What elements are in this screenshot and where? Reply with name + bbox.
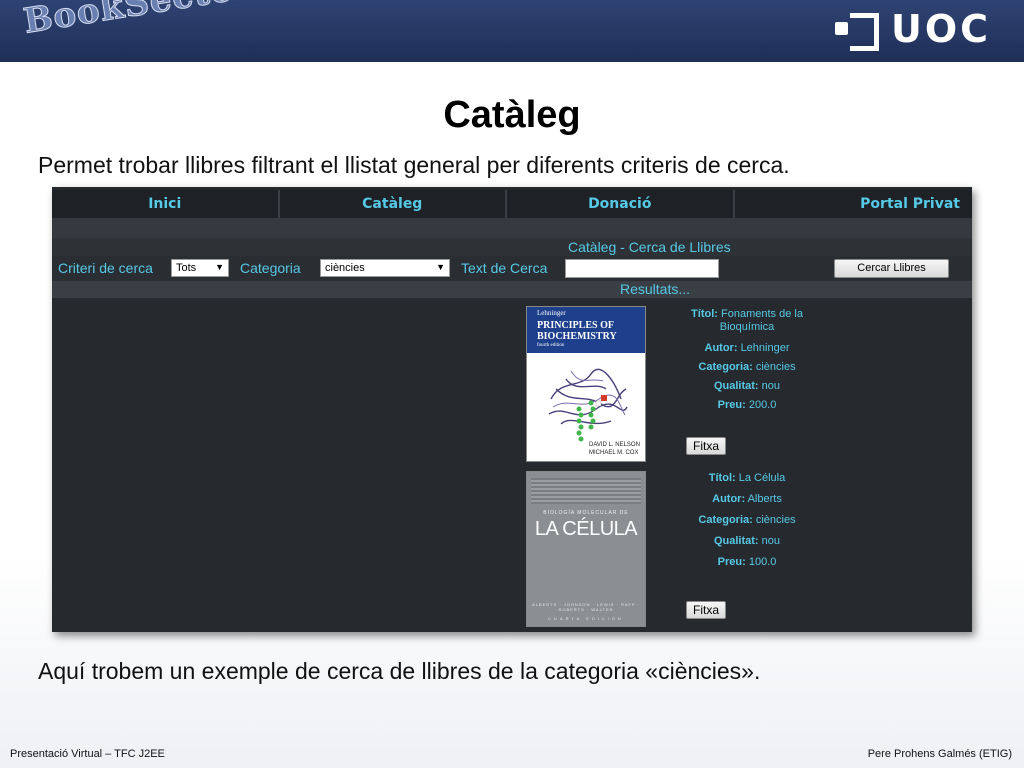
nav-item-portal-privat[interactable]: Portal Privat <box>735 190 973 218</box>
cover-authors: ALBERTS · JOHNSON · LEWIS · RAFF · ROBER… <box>532 602 640 612</box>
criteri-label: Criteri de cerca <box>58 260 153 276</box>
book-title-row: Títol: La Célula <box>672 472 822 485</box>
catalog-header-text: Catàleg - Cerca de Llibres <box>568 239 731 255</box>
text-cerca-label: Text de Cerca <box>461 260 548 276</box>
booksector-logo: BookSector <box>20 0 256 42</box>
book-cover-la-celula[interactable]: BIOLOGÍA MOLECULAR DE LA CÉLULA ALBERTS … <box>526 471 646 627</box>
results-area <box>52 298 972 632</box>
slide-subtitle: Permet trobar llibres filtrant el llista… <box>38 152 790 178</box>
fitxa-button[interactable]: Fitxa <box>686 601 726 619</box>
book-category-value: ciències <box>755 361 796 373</box>
footer-right: Pere Prohens Galmés (ETIG) <box>867 748 1012 760</box>
cover-author-1: DAVID L. NELSON <box>589 442 640 448</box>
app-spacer-bar <box>52 218 972 238</box>
book-quality-row: Qualitat: nou <box>672 380 822 393</box>
slide-note: Aquí trobem un exemple de cerca de llibr… <box>38 658 761 684</box>
nav-item-cataleg[interactable]: Catàleg <box>280 190 507 218</box>
book-title-key: Títol: <box>708 472 736 484</box>
categoria-select[interactable]: ciències ▼ <box>320 259 450 277</box>
categoria-label: Categoria <box>240 260 301 276</box>
book-author-value: Lehninger <box>740 342 790 354</box>
cover-title-band: Lehninger PRINCIPLES OF BIOCHEMISTRY fou… <box>527 307 645 353</box>
cover-stripes <box>531 478 641 504</box>
book-author-key: Autor: <box>704 342 738 354</box>
uoc-logo-text: UOC <box>891 7 992 51</box>
book-quality-key: Qualitat: <box>713 380 759 392</box>
cover-publisher: Lehninger <box>537 309 566 317</box>
search-text-input[interactable] <box>565 259 719 278</box>
search-button[interactable]: Cercar Llibres <box>834 259 949 278</box>
slide-title: Catàleg <box>443 94 581 136</box>
criteri-select-value: Tots <box>176 262 197 274</box>
cover-authors: DAVID L. NELSON MICHAEL M. COX <box>589 441 640 457</box>
book-title-row: Títol: Fonaments de la Bioquímica <box>672 308 822 334</box>
book-author-value: Alberts <box>747 493 782 505</box>
cover-small-text: BIOLOGÍA MOLECULAR DE <box>543 510 629 516</box>
nav-item-donacio[interactable]: Donació <box>507 190 735 218</box>
fitxa-button[interactable]: Fitxa <box>686 437 726 455</box>
book-category-row: Categoria: ciències <box>672 361 822 374</box>
book-title-key: Títol: <box>691 308 718 320</box>
book-price-value: 200.0 <box>748 399 777 411</box>
results-bar: Resultats... <box>52 281 972 298</box>
book-info-2: Títol: La Célula Autor: Alberts Categori… <box>672 472 822 569</box>
book-price-key: Preu: <box>717 399 746 411</box>
cover-big-text: LA CÉLULA <box>534 518 638 540</box>
book-author-row: Autor: Alberts <box>672 493 822 506</box>
book-category-row: Categoria: ciències <box>672 514 822 527</box>
cover-title-line2: BIOCHEMISTRY <box>537 331 617 342</box>
book-price-value: 100.0 <box>748 556 777 568</box>
results-label: Resultats... <box>620 281 691 297</box>
book-title-value: Fonaments de la Bioquímica <box>719 308 803 333</box>
book-category-key: Categoria: <box>698 361 753 373</box>
book-author-key: Autor: <box>712 493 746 505</box>
app-screenshot: Inici Catàleg Donació Portal Privat Catà… <box>52 187 972 632</box>
nav-item-inici[interactable]: Inici <box>52 190 280 218</box>
footer-left: Presentació Virtual – TFC J2EE <box>10 748 165 760</box>
protein-structure-image <box>548 368 628 442</box>
cover-edition: fourth edition <box>537 343 565 348</box>
book-author-row: Autor: Lehninger <box>672 342 822 355</box>
book-quality-value: nou <box>761 535 781 547</box>
book-info-1: Títol: Fonaments de la Bioquímica Autor:… <box>672 308 822 412</box>
categoria-select-value: ciències <box>325 262 365 274</box>
book-category-key: Categoria: <box>698 514 753 526</box>
app-nav-bar: Inici Catàleg Donació Portal Privat <box>52 190 972 218</box>
book-quality-row: Qualitat: nou <box>672 535 822 548</box>
cover-title: PRINCIPLES OF BIOCHEMISTRY <box>537 320 617 342</box>
chevron-down-icon: ▼ <box>436 262 445 272</box>
book-category-value: ciències <box>755 514 796 526</box>
book-quality-key: Qualitat: <box>713 535 759 547</box>
uoc-logo-icon <box>835 13 879 51</box>
cover-edition: CUARTA EDICIÓN <box>548 616 624 621</box>
book-title-value: La Célula <box>738 472 786 484</box>
book-price-key: Preu: <box>717 556 746 568</box>
cover-author-2: MICHAEL M. COX <box>589 450 639 456</box>
book-cover-biochemistry[interactable]: Lehninger PRINCIPLES OF BIOCHEMISTRY fou… <box>526 306 646 462</box>
book-price-row: Preu: 200.0 <box>672 399 822 412</box>
criteri-select[interactable]: Tots ▼ <box>171 259 229 277</box>
top-banner: BookSector UOC <box>0 0 1024 62</box>
filter-row: Criteri de cerca Tots ▼ Categoria ciènci… <box>52 256 972 281</box>
catalog-header: Catàleg - Cerca de Llibres <box>52 238 972 256</box>
book-quality-value: nou <box>761 380 781 392</box>
book-price-row: Preu: 100.0 <box>672 556 822 569</box>
cover-title-line1: PRINCIPLES OF <box>537 320 614 331</box>
chevron-down-icon: ▼ <box>215 262 224 272</box>
